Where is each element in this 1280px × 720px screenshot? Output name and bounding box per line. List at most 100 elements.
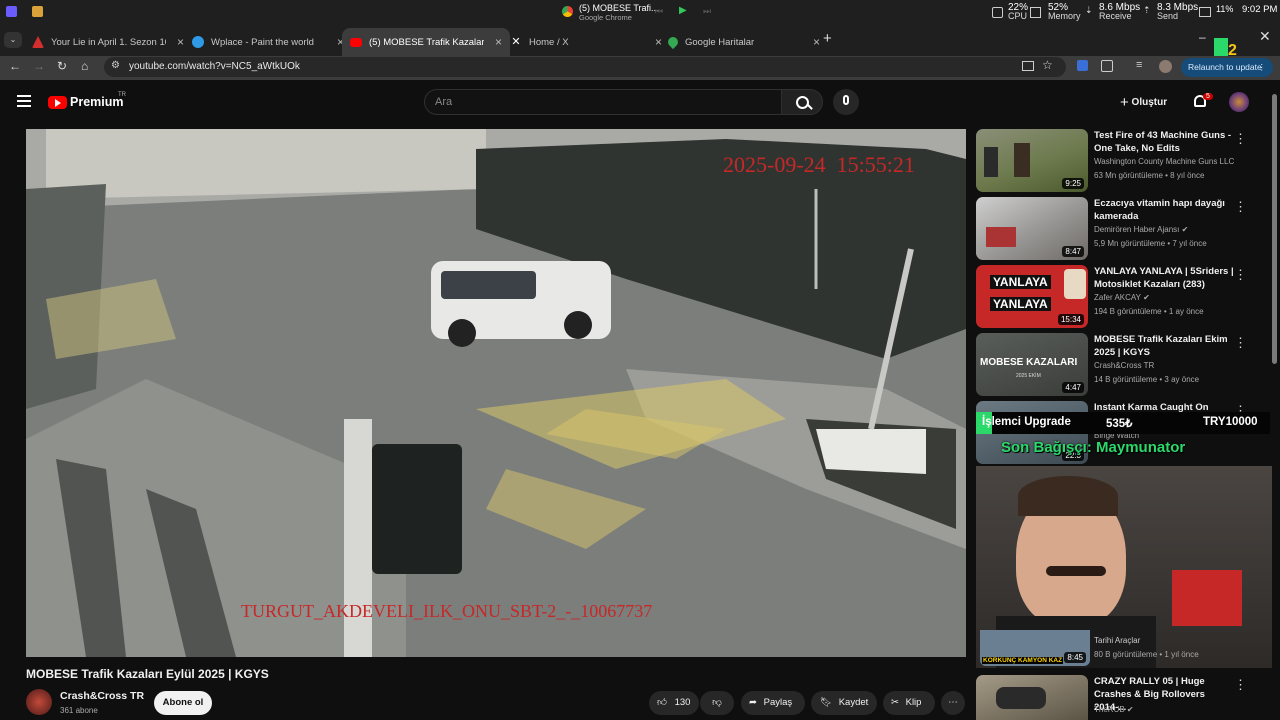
prev-track-icon[interactable]: ⏮	[655, 6, 663, 17]
recommended-channel: Zafer AKCAY ✔	[1094, 293, 1150, 302]
close-tab-icon[interactable]: ×	[495, 35, 502, 49]
recommended-video[interactable]: 9:25 Test Fire of 43 Machine Guns - One …	[976, 129, 1272, 193]
page-scrollbar[interactable]	[1272, 94, 1277, 364]
voice-search-button[interactable]	[833, 89, 859, 115]
thumbs-down-icon: 👎︎	[712, 697, 722, 708]
clip-button[interactable]: ✂ Klip	[883, 691, 935, 715]
relaunch-button[interactable]: Relaunch to update ⋮	[1181, 58, 1273, 77]
recommended-title: YANLAYA YANLAYA | 5Sriders | Motosiklet …	[1094, 266, 1234, 290]
recommended-video[interactable]: CRAZY RALLY 05 | Huge Crashes & Big Roll…	[976, 675, 1272, 720]
hamburger-menu-icon[interactable]	[17, 95, 31, 107]
recommended-title: Eczacıya vitamin hapı dayağı kamerada	[1094, 198, 1225, 222]
video-player[interactable]: 2025-09-24 15:55:21 TURGUT_AKDEVELI_ILK_…	[26, 129, 966, 657]
search-input[interactable]: Ara	[424, 89, 782, 115]
last-donor-text: Son Bağışçı: Maymunator	[1001, 439, 1186, 456]
recommended-video[interactable]: 8:47 Eczacıya vitamin hapı dayağı kamera…	[976, 197, 1272, 261]
share-button[interactable]: ➦ Paylaş	[741, 691, 805, 715]
thumbs-up-icon: 👍︎	[657, 697, 667, 708]
os-taskbar: (5) MOBESE Trafi... Google Chrome ⏮ ▶ ⏭ …	[0, 0, 1280, 24]
close-tab-icon[interactable]: ×	[177, 35, 184, 49]
tab-search-icon[interactable]: ⌄	[4, 32, 22, 48]
memory-icon	[1030, 7, 1041, 18]
create-button[interactable]: + Oluştur	[1120, 94, 1167, 111]
video-title: MOBESE Trafik Kazaları Eylül 2025 | KGYS	[26, 667, 269, 681]
close-tab-icon[interactable]: ×	[813, 35, 820, 49]
channel-name[interactable]: Crash&Cross TR	[60, 690, 144, 702]
recommended-channel: Tarihi Araçlar	[1094, 636, 1141, 645]
browser-tab[interactable]: Wplace - Paint the world ×	[184, 28, 352, 56]
browser-tab-active[interactable]: (5) MOBESE Trafik Kazaları Eylül×	[342, 28, 510, 56]
search-button[interactable]	[781, 89, 823, 115]
bookmark-star-icon[interactable]: ☆	[1042, 58, 1053, 72]
save-button[interactable]: 🔖︎ Kaydet	[811, 691, 877, 715]
cpu-icon	[992, 7, 1003, 18]
minimize-button[interactable]: –	[1199, 30, 1206, 44]
back-icon[interactable]: ←	[9, 59, 21, 73]
forward-icon[interactable]: →	[33, 59, 45, 73]
reload-icon[interactable]: ↻	[57, 59, 67, 73]
video-thumbnail[interactable]	[976, 675, 1088, 720]
video-duration: 8:47	[1062, 246, 1084, 257]
recommended-video[interactable]: YANLAYA YANLAYA 15:34 YANLAYA YANLAYA | …	[976, 265, 1272, 329]
tab-favicon	[32, 36, 44, 48]
browser-tab[interactable]: Google Haritalar ×	[660, 28, 828, 56]
channel-avatar[interactable]	[26, 689, 52, 715]
more-options-icon[interactable]: ⋮	[1234, 335, 1247, 351]
search-icon	[796, 96, 809, 109]
battery-icon	[1199, 7, 1211, 17]
extensions-icon[interactable]	[1101, 60, 1113, 72]
site-info-icon[interactable]: ⚙	[111, 60, 120, 71]
recommended-meta: 63 Mn görüntüleme • 8 yıl önce	[1094, 171, 1205, 180]
more-menu-icon[interactable]: ⋮	[1258, 58, 1267, 77]
home-icon[interactable]: ⌂	[81, 59, 88, 73]
video-thumbnail[interactable]: 8:47	[976, 197, 1088, 260]
more-options-icon[interactable]: ⋮	[1234, 267, 1247, 283]
reading-list-icon[interactable]: ≡	[1136, 59, 1142, 71]
cctv-camera-label: TURGUT_AKDEVELI_ILK_ONU_SBT-2_-_10067737	[241, 601, 653, 621]
maps-favicon	[665, 34, 681, 50]
more-actions-button[interactable]: ⋯	[941, 691, 965, 715]
recommended-channel: Crash&Cross TR	[1094, 361, 1155, 370]
subscriber-count: 361 abone	[60, 706, 98, 715]
donation-goal-label: İşlemci Upgrade	[982, 416, 1071, 428]
verified-icon: ✔	[1181, 225, 1189, 234]
download-icon: ⇣	[1085, 5, 1093, 15]
verified-icon: ✔	[1143, 293, 1150, 302]
install-app-icon[interactable]	[1022, 61, 1034, 71]
more-options-icon[interactable]: ⋮	[1234, 199, 1247, 215]
tab-favicon	[192, 36, 204, 48]
video-duration: 8:45	[1064, 652, 1086, 663]
recommended-video[interactable]: MOBESE KAZALARI 2025 EKİM 4:47 MOBESE Tr…	[976, 333, 1272, 397]
app-icon[interactable]	[32, 6, 43, 17]
dislike-button[interactable]: 👎︎	[700, 691, 734, 715]
app-icon[interactable]	[6, 6, 17, 17]
video-thumbnail[interactable]: YANLAYA YANLAYA 15:34	[976, 265, 1088, 328]
like-button[interactable]: 👍︎ 130	[649, 691, 699, 715]
extension-icon[interactable]	[1077, 60, 1088, 71]
browser-tab[interactable]: ✕ Home / X ×	[502, 28, 670, 56]
clock[interactable]: 9:02 PM	[1242, 4, 1277, 15]
video-thumbnail[interactable]: MOBESE KAZALARI 2025 EKİM 4:47	[976, 333, 1088, 396]
media-info[interactable]: (5) MOBESE Trafi... Google Chrome	[579, 3, 659, 23]
video-thumbnail[interactable]: 9:25	[976, 129, 1088, 192]
next-track-icon[interactable]: ⏭	[703, 6, 711, 17]
browser-tab[interactable]: Your Lie in April 1. Sezon 10. Bö×	[24, 28, 192, 56]
video-thumbnail[interactable]: KORKUNÇ KAMYON KAZ 8:45	[980, 630, 1090, 666]
memory-stat: 52% Memory	[1048, 2, 1081, 21]
recommended-meta: 80 B görüntüleme • 1 yıl önce	[1094, 650, 1199, 659]
url-text[interactable]: youtube.com/watch?v=NC5_aWtkUOk	[129, 61, 300, 72]
recommended-meta: 14 B görüntüleme • 3 ay önce	[1094, 375, 1200, 384]
plus-icon: +	[1120, 94, 1129, 111]
close-window-button[interactable]: ✕	[1259, 28, 1271, 45]
profile-avatar[interactable]	[1159, 60, 1172, 73]
play-icon[interactable]: ▶	[679, 5, 687, 16]
account-avatar[interactable]	[1229, 92, 1249, 112]
new-tab-button[interactable]: +	[823, 30, 832, 47]
share-icon: ➦	[749, 697, 757, 708]
notification-badge: 5	[1203, 93, 1213, 100]
more-options-icon[interactable]: ⋮	[1234, 677, 1247, 693]
subscribe-button[interactable]: Abone ol	[154, 691, 212, 715]
donation-target: TRY10000	[1203, 416, 1258, 428]
scissors-icon: ✂	[891, 697, 899, 708]
more-options-icon[interactable]: ⋮	[1234, 131, 1247, 147]
